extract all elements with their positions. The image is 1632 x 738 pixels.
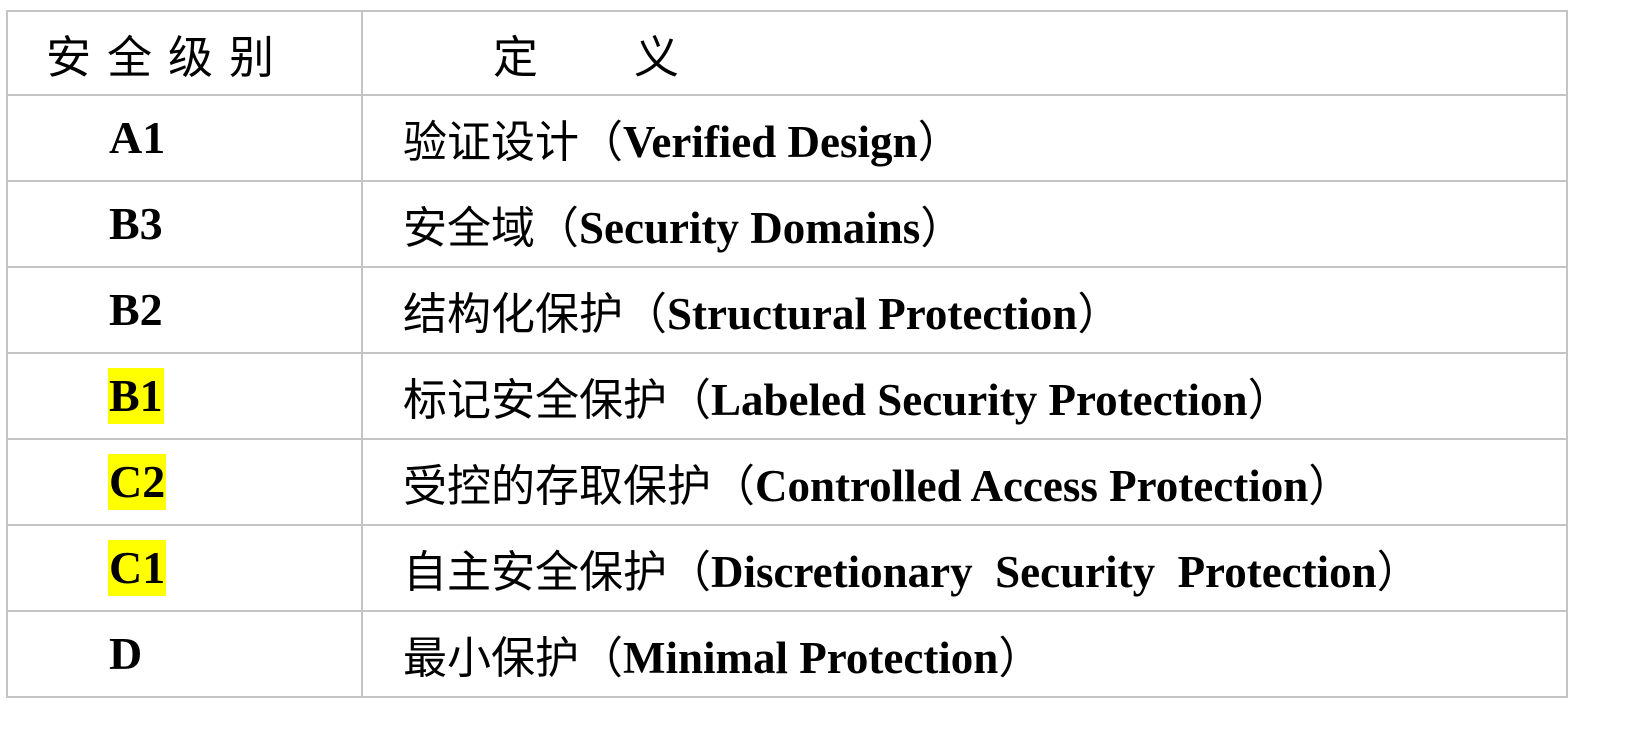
paren-close: ） [920,203,965,254]
definition-cell: 自主安全保护（Discretionary Security Protection… [361,524,1568,612]
level-cell: B3 [6,180,363,268]
definition-chinese: 安全域 [403,203,535,254]
table-header-row: 安全级别 定 义 [6,10,1568,96]
paren-close: ） [1247,375,1292,426]
definition-english: Discretionary Security Protection [711,547,1377,597]
header-level: 安全级别 [6,10,363,96]
definition-chinese: 验证设计 [403,117,579,168]
level-code: B3 [109,198,163,249]
paren-close: ） [1308,461,1353,512]
table-row: C2 受控的存取保护（Controlled Access Protection） [6,438,1568,526]
definition-english: Controlled Access Protection [755,461,1309,511]
definition-cell: 最小保护（Minimal Protection） [361,610,1568,698]
paren-open: （ [623,289,667,340]
definition-english: Labeled Security Protection [711,375,1248,425]
level-cell: D [6,610,363,698]
paren-close: ） [917,117,962,168]
level-cell: C1 [6,524,363,612]
security-levels-table: 安全级别 定 义 A1 验证设计（Verified Design） B3 安全域… [6,10,1568,698]
paren-close: ） [1376,547,1421,598]
header-definition: 定 义 [361,10,1568,96]
level-cell: A1 [6,94,363,182]
paren-close: ） [1077,289,1122,340]
level-cell: B1 [6,352,363,440]
definition-chinese: 受控的存取保护 [403,461,711,512]
definition-english: Verified Design [623,117,918,167]
paren-open: （ [579,633,623,684]
table-row: B2 结构化保护（Structural Protection） [6,266,1568,354]
definition-english: Structural Protection [667,289,1078,339]
table-row: D 最小保护（Minimal Protection） [6,610,1568,698]
paren-open: （ [667,375,711,426]
table-row: B1 标记安全保护（Labeled Security Protection） [6,352,1568,440]
definition-cell: 验证设计（Verified Design） [361,94,1568,182]
paren-close: ） [998,633,1043,684]
definition-chinese: 结构化保护 [403,289,623,340]
level-code: A1 [109,112,166,163]
definition-cell: 结构化保护（Structural Protection） [361,266,1568,354]
definition-cell: 标记安全保护（Labeled Security Protection） [361,352,1568,440]
definition-cell: 受控的存取保护（Controlled Access Protection） [361,438,1568,526]
level-code: B1 [108,368,164,424]
level-cell: B2 [6,266,363,354]
paren-open: （ [579,117,623,168]
paren-open: （ [667,547,711,598]
definition-cell: 安全域（Security Domains） [361,180,1568,268]
definition-english: Minimal Protection [623,633,999,683]
table-row: A1 验证设计（Verified Design） [6,94,1568,182]
paren-open: （ [711,461,755,512]
table-row: C1 自主安全保护（Discretionary Security Protect… [6,524,1568,612]
level-code: B2 [109,284,163,335]
definition-chinese: 自主安全保护 [403,547,667,598]
table-row: B3 安全域（Security Domains） [6,180,1568,268]
definition-english: Security Domains [579,203,921,253]
level-code: D [109,628,143,679]
level-code: C1 [108,540,167,596]
level-cell: C2 [6,438,363,526]
level-code: C2 [108,454,167,510]
definition-chinese: 最小保护 [403,633,579,684]
paren-open: （ [535,203,579,254]
definition-chinese: 标记安全保护 [403,375,667,426]
